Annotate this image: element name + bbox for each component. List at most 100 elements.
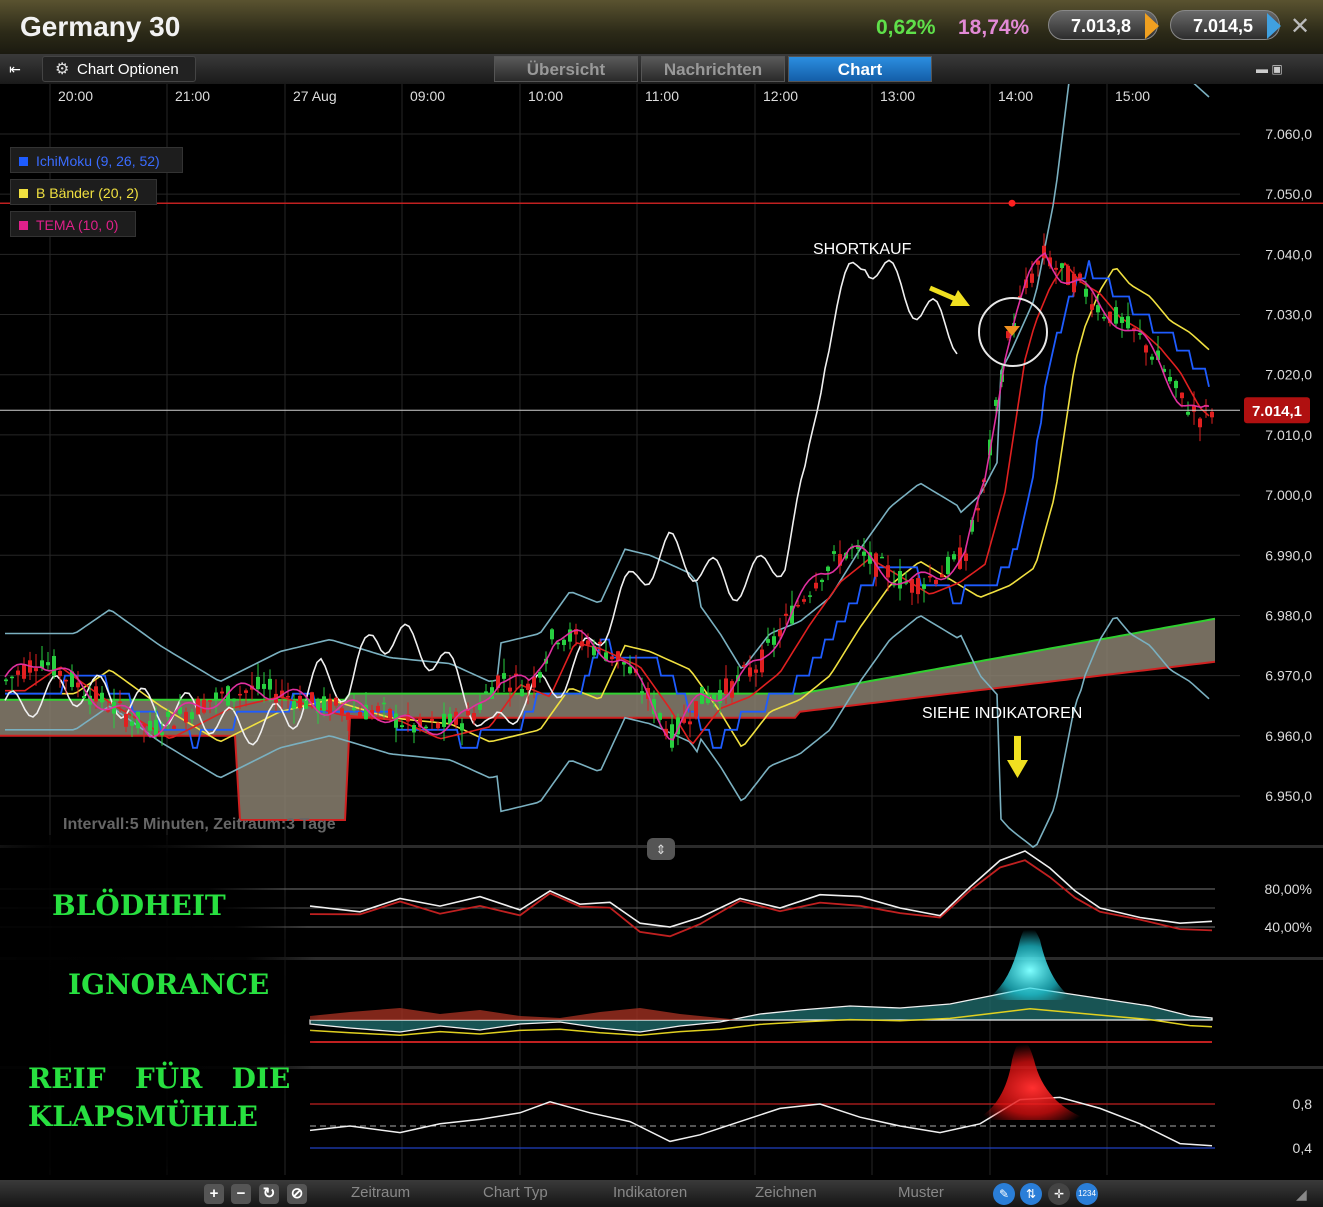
swap-icon[interactable]: ⇅ <box>1020 1183 1042 1205</box>
candle-body <box>124 714 128 727</box>
y-tick-label: 7.010,0 <box>1265 427 1312 443</box>
candle-body <box>322 696 326 711</box>
bottom-toolbar: + − ↻ ⊘ Zeitraum Chart Typ Indikatoren Z… <box>0 1180 1323 1207</box>
sell-button[interactable]: 7.013,8 <box>1048 10 1159 40</box>
candle-body <box>502 673 506 679</box>
candle-body <box>202 699 206 713</box>
gear-icon: ⚙ <box>55 61 70 78</box>
counter-badge-icon[interactable]: 1234 <box>1076 1183 1098 1205</box>
x-tick-label: 20:00 <box>58 88 93 104</box>
candle-body <box>886 565 890 578</box>
candle-body <box>934 579 938 584</box>
y-tick-label: 6.950,0 <box>1265 788 1312 804</box>
candle-body <box>898 571 902 589</box>
candle-body <box>520 689 524 697</box>
candle-body <box>100 692 104 703</box>
panel3-tick-label: 0,4 <box>1293 1140 1313 1156</box>
candle-body <box>424 726 428 729</box>
candle-body <box>334 697 338 706</box>
candle-body <box>928 576 932 578</box>
tab-uebersicht[interactable]: Übersicht <box>494 56 638 82</box>
candle-body <box>1150 356 1154 360</box>
oscillator-panel-2 <box>309 987 1213 1043</box>
chart-options-button[interactable]: ⚙ Chart Optionen <box>42 56 196 82</box>
zoom-in-icon[interactable]: + <box>204 1184 224 1204</box>
candle-body <box>1180 392 1184 399</box>
menu-zeitraum[interactable]: Zeitraum <box>351 1184 410 1201</box>
candle-body <box>832 551 836 554</box>
collapse-panel-icon[interactable]: ⇤ <box>4 58 26 80</box>
legend-bbands[interactable]: B Bänder (20, 2) <box>10 179 157 205</box>
tab-chart[interactable]: Chart <box>788 56 932 82</box>
menu-zeichnen[interactable]: Zeichnen <box>755 1184 817 1201</box>
menu-muster[interactable]: Muster <box>898 1184 944 1201</box>
candle-body <box>580 641 584 647</box>
candle-body <box>352 707 356 711</box>
panel2-area <box>309 987 1213 1033</box>
refresh-icon[interactable]: ↻ <box>259 1184 279 1204</box>
candle-body <box>268 678 272 690</box>
candle-body <box>340 708 344 714</box>
candle-body <box>346 712 350 720</box>
candle-body <box>1114 307 1118 324</box>
y-tick-label: 7.030,0 <box>1265 307 1312 323</box>
tab-nachrichten[interactable]: Nachrichten <box>641 56 785 82</box>
candle-body <box>292 701 296 709</box>
candle-body <box>118 701 122 704</box>
legend-tema-label: TEMA (10, 0) <box>36 217 119 233</box>
range-percent: 18,74% <box>958 16 1030 39</box>
candle-body <box>328 698 332 715</box>
crosshair-icon[interactable]: ✛ <box>1048 1183 1070 1205</box>
window-controls-icon[interactable]: ▬ ▣ <box>1256 62 1283 76</box>
resize-grip-icon[interactable]: ◢ <box>1296 1186 1307 1203</box>
zoom-out-icon[interactable]: − <box>231 1184 251 1204</box>
candle-body <box>550 629 554 640</box>
candle-body <box>388 708 392 719</box>
panel2-red-area <box>310 1008 740 1020</box>
panel-resize-icon[interactable]: ⇕ <box>647 838 675 860</box>
note-ignorance: IGNORANCE <box>68 968 269 1001</box>
legend-ichimoku[interactable]: IchiMoku (9, 26, 52) <box>10 147 183 173</box>
candle-body <box>748 667 752 677</box>
legend-tema[interactable]: TEMA (10, 0) <box>10 211 136 237</box>
panel1-tick-label: 80,00% <box>1265 881 1312 897</box>
candle-body <box>1030 273 1034 283</box>
legend-tema-swatch <box>19 221 28 230</box>
candle-body <box>1144 345 1148 353</box>
candle-body <box>1174 380 1178 389</box>
candle-body <box>256 676 260 690</box>
pencil-icon[interactable]: ✎ <box>993 1183 1015 1205</box>
candle-body <box>148 720 152 731</box>
y-tick-label: 7.050,0 <box>1265 186 1312 202</box>
x-tick-label: 10:00 <box>528 88 563 104</box>
candle-body <box>826 566 830 572</box>
candle-body <box>964 553 968 561</box>
candle-body <box>562 639 566 645</box>
candle-body <box>808 595 812 597</box>
bollinger-upper <box>5 84 1210 683</box>
y-tick-label: 7.040,0 <box>1265 246 1312 262</box>
menu-chart-typ[interactable]: Chart Typ <box>483 1184 548 1201</box>
x-tick-label: 27 Aug <box>293 88 337 104</box>
candle-body <box>670 724 674 748</box>
shortkauf-label: SHORTKAUF <box>813 241 912 258</box>
x-tick-label: 12:00 <box>763 88 798 104</box>
x-tick-label: 21:00 <box>175 88 210 104</box>
menu-indikatoren[interactable]: Indikatoren <box>613 1184 687 1201</box>
candle-body <box>1120 316 1124 323</box>
panel3-tick-label: 0,8 <box>1293 1096 1313 1112</box>
candle-body <box>628 666 632 674</box>
candle-body <box>916 578 920 595</box>
clear-icon[interactable]: ⊘ <box>287 1184 307 1204</box>
candle-body <box>472 713 476 721</box>
candle-body <box>802 599 806 602</box>
red-glow-spike <box>975 1040 1090 1120</box>
close-icon[interactable]: ✕ <box>1290 12 1310 41</box>
candle-body <box>436 722 440 729</box>
buy-price: 7.014,5 <box>1193 16 1254 36</box>
buy-button[interactable]: 7.014,5 <box>1170 10 1281 40</box>
candle-body <box>304 700 308 709</box>
candle-body <box>1090 304 1094 310</box>
candle-body <box>64 679 68 682</box>
candle-body <box>1198 418 1202 428</box>
